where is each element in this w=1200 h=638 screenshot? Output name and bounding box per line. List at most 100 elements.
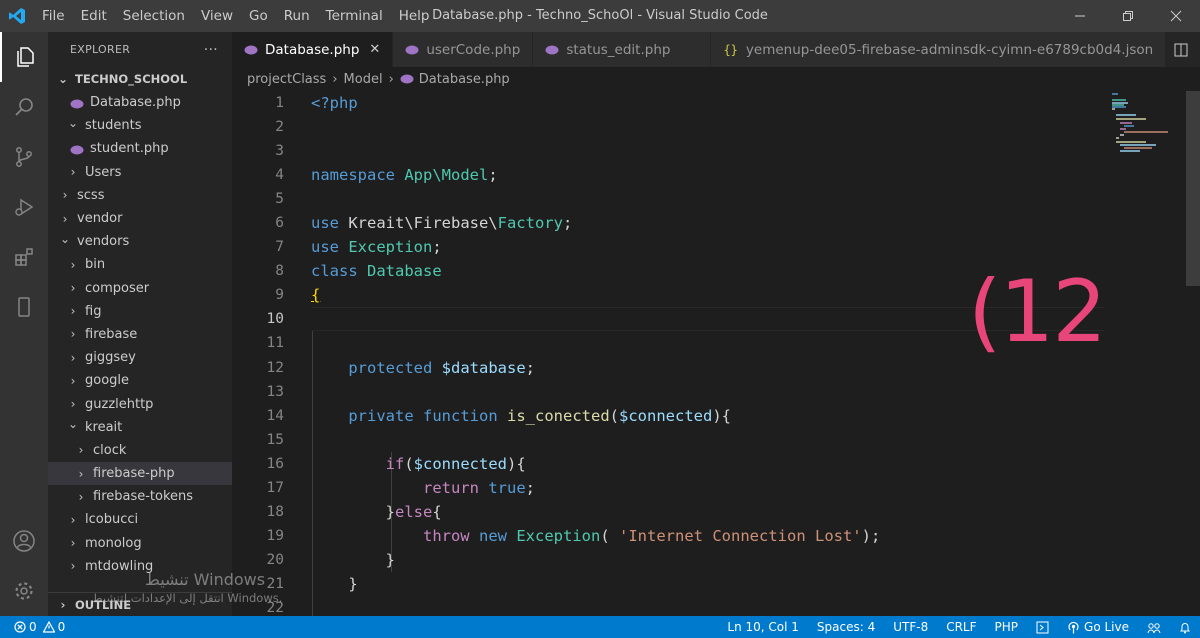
layout-icon[interactable] bbox=[1027, 621, 1058, 634]
menu-file[interactable]: File bbox=[34, 0, 73, 32]
folder-item[interactable]: › firebase-php bbox=[48, 462, 232, 486]
line-number: 19 bbox=[266, 527, 284, 544]
indentation[interactable]: Spaces: 4 bbox=[808, 620, 884, 634]
tab-database[interactable]: Database.php ✕ bbox=[232, 32, 394, 67]
feedback-icon[interactable] bbox=[1138, 621, 1170, 634]
go-live-button[interactable]: Go Live bbox=[1058, 620, 1138, 634]
php-file-icon bbox=[70, 98, 84, 109]
breadcrumb-item[interactable]: projectClass bbox=[247, 72, 326, 87]
notifications-bell-icon[interactable] bbox=[1170, 621, 1200, 634]
tree-item-label: bin bbox=[85, 257, 106, 273]
extensions-icon[interactable] bbox=[0, 232, 48, 282]
chevron-right-icon: › bbox=[70, 304, 76, 319]
close-window-icon[interactable] bbox=[1152, 0, 1200, 32]
menu-run[interactable]: Run bbox=[276, 0, 318, 32]
line-number: 2 bbox=[275, 119, 284, 136]
folder-item[interactable]: › scss bbox=[48, 184, 232, 207]
folder-item[interactable]: › google bbox=[48, 369, 232, 392]
run-debug-icon[interactable] bbox=[0, 182, 48, 232]
menu-terminal[interactable]: Terminal bbox=[318, 0, 391, 32]
breadcrumb-item[interactable]: Model bbox=[344, 72, 383, 87]
tab-status_edit[interactable]: status_edit.php bbox=[533, 32, 712, 67]
php-file-icon bbox=[70, 144, 84, 155]
line-number: 12 bbox=[266, 359, 284, 376]
explorer-icon[interactable] bbox=[0, 32, 48, 82]
tree-item-label: firebase-php bbox=[93, 466, 175, 482]
menu-help[interactable]: Help bbox=[391, 0, 438, 32]
folder-item[interactable]: › monolog bbox=[48, 532, 232, 555]
chevron-right-icon: › bbox=[70, 373, 76, 388]
code-line: return true; bbox=[422, 478, 535, 497]
folder-item[interactable]: › vendor bbox=[48, 207, 232, 230]
settings-gear-icon[interactable] bbox=[0, 566, 48, 616]
source-control-icon[interactable] bbox=[0, 132, 48, 182]
windows-activation-hint: انتقل إلى الإعدادات لتنشيط Windows. bbox=[92, 591, 283, 605]
code-editor[interactable]: 1 2 3 4 5 6 7 8 9 10 11 12 13 14 15 16 17 18 19 20 21 22 <?ph… bbox=[232, 91, 1104, 616]
line-number: 17 bbox=[266, 479, 284, 496]
chevron-right-icon: › bbox=[78, 489, 84, 504]
breadcrumb-item[interactable]: Database.php bbox=[419, 72, 510, 87]
end-of-line[interactable]: CRLF bbox=[937, 620, 985, 634]
chevron-down-icon: ⌄ bbox=[67, 115, 79, 130]
file-tree: Database.php ⌄ students student.php › Users › s… bbox=[48, 91, 232, 578]
split-editor-icon[interactable] bbox=[1166, 43, 1196, 57]
tab-usercode[interactable]: userCode.php bbox=[393, 32, 534, 67]
editor-tabs: Database.php ✕ userCode.php status_edit.php… bbox=[232, 32, 1200, 67]
folder-item[interactable]: › bin bbox=[48, 253, 232, 276]
more-actions-icon[interactable]: ··· bbox=[1196, 42, 1200, 58]
line-number: 15 bbox=[266, 431, 284, 448]
folder-item[interactable]: › lcobucci bbox=[48, 508, 232, 531]
problems-indicator[interactable]: 0 0 bbox=[0, 620, 65, 634]
close-tab-icon[interactable]: ✕ bbox=[369, 42, 380, 57]
file-item[interactable]: Database.php bbox=[48, 91, 232, 114]
folder-item[interactable]: › Users bbox=[48, 161, 232, 184]
minimap-line bbox=[1124, 125, 1134, 127]
tree-item-label: firebase bbox=[85, 326, 138, 342]
breadcrumb: projectClass › Model › Database.php bbox=[232, 67, 1200, 91]
editor-actions: ··· bbox=[1166, 32, 1200, 67]
chevron-right-icon: › bbox=[332, 71, 338, 87]
explorer-title: EXPLORER bbox=[70, 43, 131, 56]
folder-item[interactable]: ⌄ kreait bbox=[48, 416, 232, 439]
window-controls bbox=[1056, 0, 1200, 32]
chevron-right-icon: › bbox=[70, 397, 76, 412]
folder-item[interactable]: ⌄ students bbox=[48, 114, 232, 137]
activity-bar bbox=[0, 32, 48, 616]
menu-selection[interactable]: Selection bbox=[115, 0, 193, 32]
tree-item-label: monolog bbox=[85, 535, 142, 551]
folder-item[interactable]: › firebase-tokens bbox=[48, 485, 232, 508]
folder-item[interactable]: › guzzlehttp bbox=[48, 392, 232, 415]
minimap-line bbox=[1116, 137, 1119, 139]
encoding[interactable]: UTF-8 bbox=[884, 620, 937, 634]
menu-view[interactable]: View bbox=[193, 0, 241, 32]
search-icon[interactable] bbox=[0, 82, 48, 132]
chevron-down-icon: ⌄ bbox=[67, 417, 79, 432]
restore-icon[interactable] bbox=[1104, 0, 1152, 32]
folder-item[interactable]: › composer bbox=[48, 277, 232, 300]
folder-item[interactable]: › fig bbox=[48, 300, 232, 323]
editor-scrollbar[interactable] bbox=[1186, 91, 1200, 286]
menu-edit[interactable]: Edit bbox=[73, 0, 115, 32]
code-line: if($connected){ bbox=[385, 454, 526, 473]
tree-item-label: guzzlehttp bbox=[85, 396, 154, 412]
project-folder[interactable]: ⌄ TECHNO_SCHOOL bbox=[48, 67, 232, 91]
cursor-position[interactable]: Ln 10, Col 1 bbox=[718, 620, 808, 634]
file-item[interactable]: student.php bbox=[48, 137, 232, 160]
more-actions-icon[interactable]: ··· bbox=[204, 42, 218, 58]
folder-item[interactable]: ⌄ vendors bbox=[48, 230, 232, 253]
folder-item[interactable]: › firebase bbox=[48, 323, 232, 346]
account-icon[interactable] bbox=[0, 516, 48, 566]
line-number: 8 bbox=[275, 263, 284, 280]
tab-yemenup-dee05-fireba[interactable]: {} yemenup-dee05-firebase-adminsdk-cyimn-… bbox=[711, 32, 1167, 67]
folder-item[interactable]: › clock bbox=[48, 439, 232, 462]
minimize-icon[interactable] bbox=[1056, 0, 1104, 32]
minimap-line bbox=[1120, 144, 1156, 146]
folder-item[interactable]: › giggsey bbox=[48, 346, 232, 369]
remote-device-icon[interactable] bbox=[0, 282, 48, 332]
menu-bar: File Edit Selection View Go Run Terminal Help bbox=[34, 0, 437, 32]
menu-go[interactable]: Go bbox=[241, 0, 276, 32]
minimap-line bbox=[1116, 141, 1146, 143]
language-mode[interactable]: PHP bbox=[986, 620, 1028, 634]
